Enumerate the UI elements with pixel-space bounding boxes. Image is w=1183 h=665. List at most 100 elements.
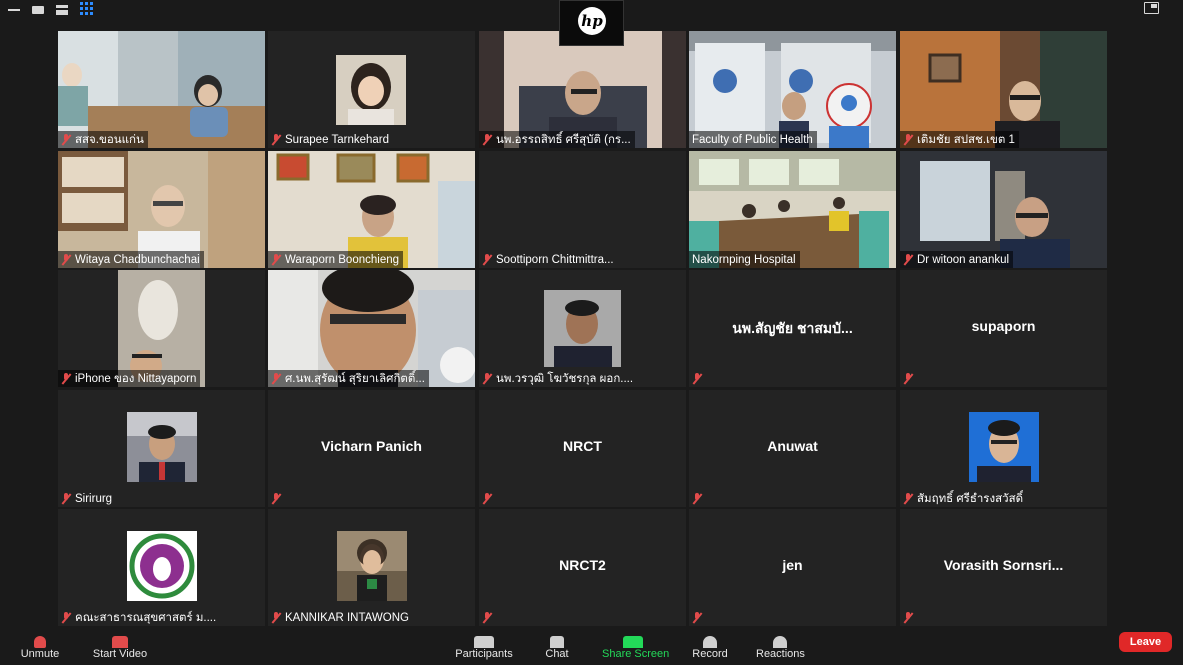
name-label: Dr witoon anankul: [900, 251, 1014, 268]
mic-muted-icon: [482, 611, 492, 624]
participant-tile[interactable]: NRCT: [479, 390, 686, 507]
mic-muted-icon: [903, 372, 913, 385]
name-label: Nakornping Hospital: [689, 251, 800, 268]
participant-tile[interactable]: Soottiporn Chittmittra...: [479, 151, 686, 268]
name-label: Faculty of Public Health: [689, 131, 817, 148]
video-off-icon: [112, 636, 128, 648]
mic-muted-icon: [482, 372, 492, 385]
mic-muted-icon: [34, 636, 46, 648]
participant-tile[interactable]: Waraporn Boonchieng: [268, 151, 475, 268]
share-screen-button[interactable]: Share Screen: [602, 636, 669, 660]
record-button[interactable]: Record: [692, 636, 728, 660]
share-screen-icon: [623, 636, 643, 648]
chat-icon: [550, 636, 564, 648]
mic-muted-icon: [692, 492, 702, 505]
leave-button[interactable]: Leave: [1119, 632, 1172, 652]
participant-display-name: Vicharn Panich: [321, 438, 422, 454]
participant-display-name: นพ.สัญชัย ชาสมบั...: [732, 320, 853, 336]
mic-muted-icon: [692, 372, 702, 385]
profile-photo: [544, 290, 621, 367]
participant-tile[interactable]: NRCT2: [479, 509, 686, 626]
name-label: สสจ.ขอนแก่น: [58, 131, 148, 148]
name-label: นพ.อรรถสิทธิ์ ศรีสุบัติ (กร...: [479, 131, 635, 148]
mic-muted-icon: [482, 492, 492, 505]
mic-muted-icon: [61, 253, 71, 266]
participant-display-name: NRCT2: [559, 557, 606, 573]
participant-display-name: NRCT: [563, 438, 602, 454]
name-label: [900, 370, 917, 387]
participant-tile-active-speaker[interactable]: Faculty of Public Health: [689, 31, 896, 148]
participant-tile[interactable]: Vorasith Sornsri...: [900, 509, 1107, 626]
mic-muted-icon: [61, 372, 71, 385]
participant-tile[interactable]: jen: [689, 509, 896, 626]
start-video-button[interactable]: Start Video: [92, 636, 148, 660]
name-label: Soottiporn Chittmittra...: [479, 251, 618, 268]
speaker-view-icon[interactable]: [32, 4, 44, 16]
participant-tile[interactable]: นพ.สัญชัย ชาสมบั...: [689, 270, 896, 387]
hp-logo-mark: hp: [578, 7, 606, 35]
participant-display-name: Anuwat: [767, 438, 818, 454]
mic-muted-icon: [61, 492, 71, 505]
hp-logo: hp: [559, 0, 624, 46]
profile-photo: [127, 531, 197, 601]
participant-tile[interactable]: เติมชัย สปสช.เขต 1: [900, 31, 1107, 148]
unmute-button[interactable]: Unmute: [20, 636, 60, 660]
participant-tile[interactable]: Vicharn Panich: [268, 390, 475, 507]
exit-fullscreen-icon[interactable]: [1144, 2, 1159, 14]
participant-tile[interactable]: นพ.วรวุฒิ โฆวัชรกุล ผอก....: [479, 270, 686, 387]
name-label: KANNIKAR INTAWONG: [268, 609, 413, 626]
participant-tile[interactable]: supaporn: [900, 270, 1107, 387]
participant-tile[interactable]: Nakornping Hospital: [689, 151, 896, 268]
participant-tile[interactable]: สสจ.ขอนแก่น: [58, 31, 265, 148]
participant-display-name: supaporn: [971, 318, 1036, 334]
mic-muted-icon: [61, 133, 71, 146]
gallery-view-icon[interactable]: [80, 2, 93, 15]
strip-view-icon[interactable]: [56, 4, 68, 16]
mic-muted-icon: [903, 253, 913, 266]
minimize-icon[interactable]: [8, 4, 20, 16]
name-label: ศ.นพ.สุรัฒน์ สุริยาเลิศกิตติ์...: [268, 370, 429, 387]
meeting-toolbar: Unmute Start Video Participants Chat Sha…: [0, 632, 1183, 665]
name-label: Witaya Chadbunchachai: [58, 251, 204, 268]
participant-tile[interactable]: iPhone ของ Nittayaporn: [58, 270, 265, 387]
mic-muted-icon: [271, 253, 281, 266]
mic-muted-icon: [482, 133, 492, 146]
participant-tile[interactable]: นพ.อรรถสิทธิ์ ศรีสุบัติ (กร...: [479, 31, 686, 148]
profile-photo: [127, 412, 197, 482]
participant-display-name: Vorasith Sornsri...: [943, 557, 1064, 573]
mic-muted-icon: [271, 372, 281, 385]
mic-muted-icon: [903, 492, 913, 505]
participants-button[interactable]: Participants: [455, 636, 513, 660]
participant-tile[interactable]: ศ.นพ.สุรัฒน์ สุริยาเลิศกิตติ์...: [268, 270, 475, 387]
profile-photo: [337, 531, 407, 601]
name-label: Sirirurg: [58, 490, 116, 507]
participant-tile[interactable]: คณะสาธารณสุขศาสตร์ ม....: [58, 509, 265, 626]
participant-tile[interactable]: Sirirurg: [58, 390, 265, 507]
mic-muted-icon: [903, 133, 913, 146]
name-label: คณะสาธารณสุขศาสตร์ ม....: [58, 609, 220, 626]
profile-photo: [969, 412, 1039, 482]
mic-muted-icon: [271, 492, 281, 505]
name-label: iPhone ของ Nittayaporn: [58, 370, 201, 387]
name-label: Waraporn Boonchieng: [268, 251, 404, 268]
name-label: [689, 490, 706, 507]
profile-photo: [336, 55, 406, 125]
mic-muted-icon: [903, 611, 913, 624]
participant-tile[interactable]: สัมฤทธิ์ ศรีธำรงสวัสดิ์: [900, 390, 1107, 507]
name-label: [689, 370, 706, 387]
participant-display-name: jen: [782, 557, 803, 573]
participant-tile[interactable]: KANNIKAR INTAWONG: [268, 509, 475, 626]
mic-muted-icon: [271, 133, 281, 146]
participant-tile[interactable]: Anuwat: [689, 390, 896, 507]
participant-tile[interactable]: Witaya Chadbunchachai: [58, 151, 265, 268]
participant-tile[interactable]: Dr witoon anankul: [900, 151, 1107, 268]
chat-button[interactable]: Chat: [542, 636, 572, 660]
mic-muted-icon: [61, 611, 71, 624]
mic-muted-icon: [482, 253, 492, 266]
reactions-button[interactable]: Reactions: [756, 636, 805, 660]
participant-tile[interactable]: Surapee Tarnkehard: [268, 31, 475, 148]
name-label: [900, 609, 917, 626]
name-label: เติมชัย สปสช.เขต 1: [900, 131, 1019, 148]
mic-muted-icon: [692, 611, 702, 624]
participants-icon: [474, 636, 494, 648]
